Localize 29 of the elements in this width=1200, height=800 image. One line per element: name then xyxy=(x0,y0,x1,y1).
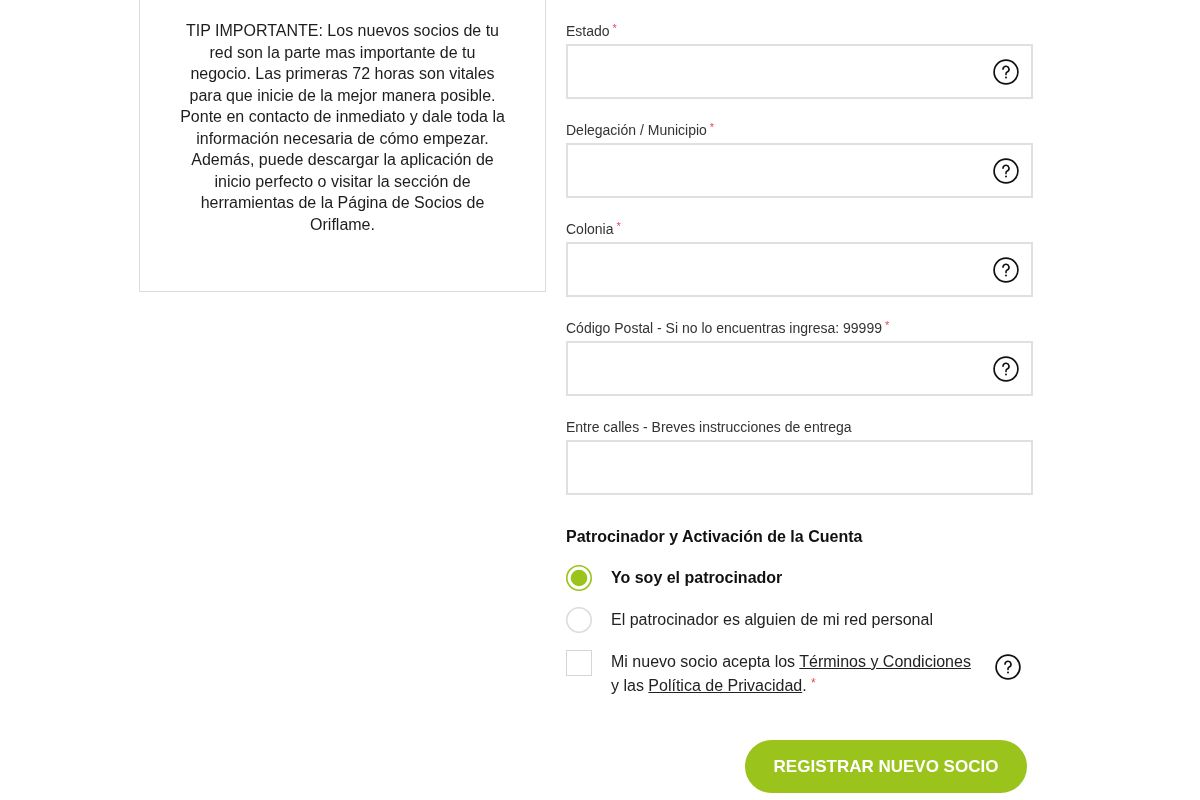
consent-text: Mi nuevo socio acepta los Términos y Condiciones y las Política de Privacidad. * xyxy=(611,652,972,696)
help-icon[interactable] xyxy=(993,256,1019,283)
tip-text: TIP IMPORTANTE: Los nuevos socios de tu red son la parte mas importante de tu negocio. Las primeras 72 horas son vitales para que inicie de la mejor manera posible. Ponte en contacto de inmediato y dale toda la información necesaria de cómo empezar. Además, puede descargar la aplicación de inicio perfecto o visitar la sección de herramientas de la Página de Socios de Oriflame. xyxy=(179,21,506,235)
field-label: Delegación / Municipio xyxy=(566,121,707,139)
text-link[interactable]: Términos y Condiciones xyxy=(799,653,971,670)
radio-label: Yo soy el patrocinador xyxy=(611,568,783,588)
help-icon[interactable] xyxy=(993,157,1019,184)
text-field[interactable] xyxy=(566,440,1033,495)
help-icon[interactable] xyxy=(993,58,1019,85)
field-label: Entre calles - Breves instrucciones de entrega xyxy=(566,418,852,436)
text-field[interactable] xyxy=(566,341,1033,396)
required-mark: * xyxy=(709,121,715,133)
text-field[interactable] xyxy=(566,44,1033,99)
radio-button[interactable] xyxy=(566,565,592,591)
field-label: Colonia xyxy=(566,220,614,238)
checkbox[interactable] xyxy=(566,650,592,676)
required-mark: * xyxy=(612,22,617,34)
text-field[interactable] xyxy=(566,242,1033,297)
text-link[interactable]: Política de Privacidad xyxy=(648,677,803,694)
help-icon[interactable] xyxy=(993,355,1019,382)
section-heading: Patrocinador y Activación de la Cuenta xyxy=(566,527,864,547)
help-icon[interactable] xyxy=(995,654,1021,680)
required-mark: * xyxy=(885,319,890,331)
field-label: Estado xyxy=(566,22,610,40)
required-mark: * xyxy=(616,220,621,232)
text-field[interactable] xyxy=(566,143,1033,198)
radio-button[interactable] xyxy=(566,607,592,633)
field-label: Código Postal - Si no lo encuentras ingresa: 99999 xyxy=(566,319,882,337)
radio-label: El patrocinador es alguien de mi red personal xyxy=(611,610,933,630)
